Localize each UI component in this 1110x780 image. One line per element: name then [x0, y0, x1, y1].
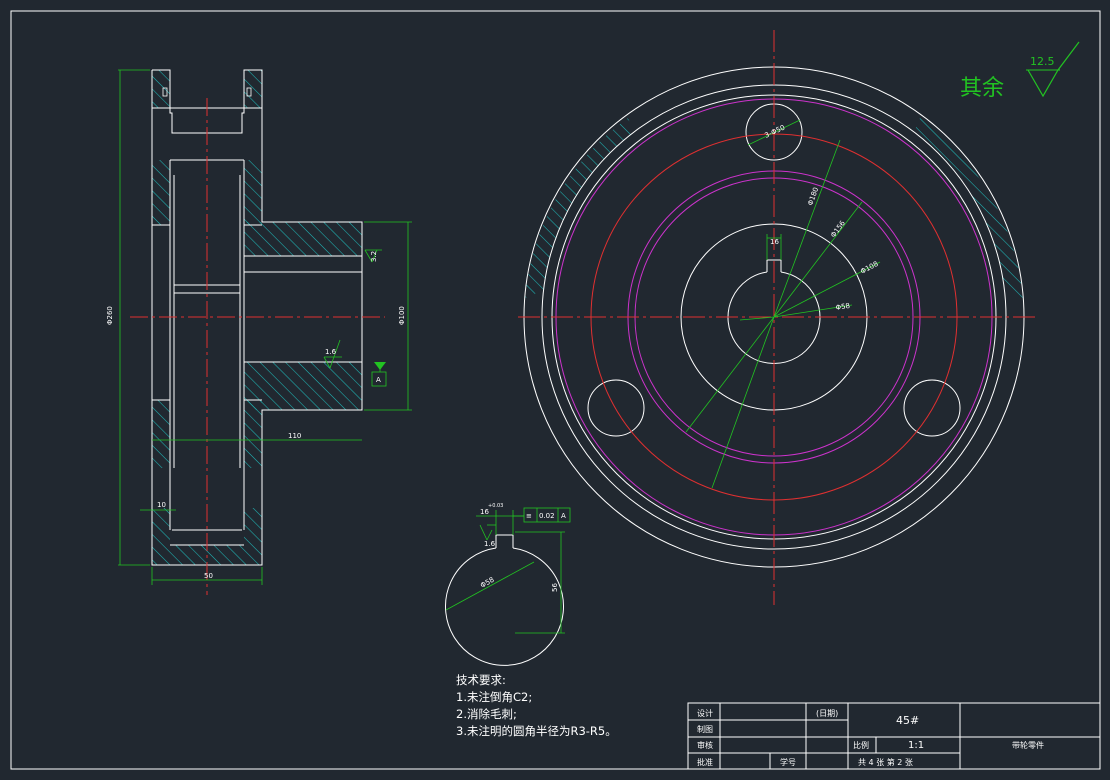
tb-check-label: 审核	[697, 740, 713, 750]
tolerance-datum: A	[561, 512, 566, 520]
dim-length: 110	[288, 432, 301, 440]
tech-title: 技术要求:	[456, 673, 506, 687]
dim-key: 16	[770, 238, 779, 246]
tolerance-symbol: ≡	[526, 512, 532, 520]
dim-small: 10	[157, 501, 166, 509]
tech-item-3: 3.未注明的圆角半径为R3-R5。	[456, 724, 617, 738]
dim-holes: 3-Φ50	[763, 124, 786, 140]
keyway-detail-view: 16 +0.03 ≡ 0.02 A 1.6 Φ58 56	[445, 503, 571, 666]
surface-finish-text: 其余	[960, 76, 1004, 101]
surface-finish-value: 12.5	[1030, 55, 1055, 68]
cad-drawing: Φ260 Φ100 110 50 10 3.2 1.6 A 3-Φ50 Φ180…	[10, 10, 1101, 770]
title-block: 设计 制图 审核 批准 (日期) 学号 45# 比例 1:1 共 4 张 第 2…	[687, 702, 1101, 770]
tb-scale-label: 比例	[853, 740, 869, 750]
roughness-face: 1.6	[325, 348, 337, 356]
tolerance-value: 0.02	[539, 512, 555, 520]
tb-student-id: 学号	[780, 757, 796, 767]
dim-rim-width: 50	[204, 572, 213, 580]
tb-date-label: (日期)	[816, 709, 838, 718]
tb-material: 45#	[896, 714, 919, 727]
tb-design-label: 设计	[697, 708, 713, 718]
keyway-dim-key: 16	[480, 508, 489, 516]
tb-approve-label: 批准	[697, 757, 713, 767]
roughness-bore: 3.2	[370, 251, 378, 262]
dim-bore: Φ58	[835, 302, 850, 312]
surface-finish-note: 其余 12.5	[960, 41, 1080, 101]
datum-a: A	[376, 376, 381, 384]
tb-part-name: 带轮零件	[1012, 740, 1044, 750]
dim-overall-dia: Φ260	[106, 306, 114, 325]
tech-item-1: 1.未注倒角C2;	[456, 690, 532, 704]
side-section-view: Φ260 Φ100 110 50 10 3.2 1.6 A	[106, 69, 412, 595]
keyway-dim-keytol: +0.03	[488, 503, 503, 509]
dim-pitch: Φ180	[806, 186, 820, 206]
keyway-dim-depth: 56	[551, 583, 559, 592]
dim-hub-dia: Φ100	[398, 306, 406, 325]
tb-sheet-info: 共 4 张 第 2 张	[858, 757, 913, 767]
dim-a: Φ156	[829, 219, 847, 239]
tech-item-2: 2.消除毛刺;	[456, 707, 517, 721]
tech-requirements: 技术要求: 1.未注倒角C2; 2.消除毛刺; 3.未注明的圆角半径为R3-R5…	[456, 673, 617, 738]
tb-scale-value: 1:1	[908, 740, 924, 751]
tb-draw-label: 制图	[697, 724, 713, 734]
dim-b: Φ108	[859, 260, 879, 276]
keyway-roughness: 1.6	[484, 540, 496, 548]
front-view: 3-Φ50 Φ180 Φ156 Φ108 Φ58 16	[518, 30, 1035, 605]
